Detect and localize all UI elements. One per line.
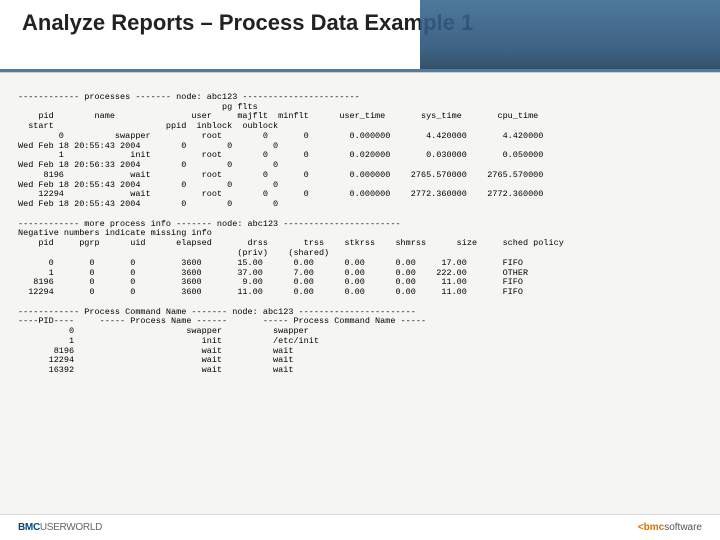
block2-row: 8196 0 0 3600 9.00 0.00 0.00 0.00 11.00 …: [18, 277, 523, 287]
block3-row: 0 swapper swapper: [18, 326, 309, 336]
footer-right-logo: <bmcsoftware: [638, 522, 702, 533]
footer-company-suffix: software: [664, 522, 702, 533]
footer-brand-suffix: USERWORLD: [40, 522, 102, 533]
footer-brand: BMC: [18, 522, 40, 533]
block1-header: ------------ processes ------- node: abc…: [18, 92, 538, 131]
block3-row: 1 init /etc/init: [18, 336, 319, 346]
block2-row: 12294 0 0 3600 11.00 0.00 0.00 0.00 11.0…: [18, 287, 523, 297]
block2-header: ------------ more process info ------- n…: [18, 219, 564, 258]
header-underline: [0, 69, 720, 72]
report-content: ------------ processes ------- node: abc…: [0, 73, 720, 376]
block3-row: 12294 wait wait: [18, 355, 293, 365]
block1-row: 1 init root 0 0 0.020000 0.030000 0.0500…: [18, 150, 543, 170]
block1-row: 8196 wait root 0 0 0.000000 2765.570000 …: [18, 170, 543, 190]
slide-header: Analyze Reports – Process Data Example 1: [0, 0, 720, 73]
slide-footer: BMCUSERWORLD <bmcsoftware: [0, 514, 720, 540]
block2-row: 0 0 0 3600 15.00 0.00 0.00 0.00 17.00 FI…: [18, 258, 523, 268]
block1-row: 12294 wait root 0 0 0.000000 2772.360000…: [18, 189, 543, 209]
block3-header: ------------ Process Command Name ------…: [18, 307, 426, 327]
footer-company: bmc: [644, 522, 665, 533]
block3-row: 8196 wait wait: [18, 346, 293, 356]
block1-row: 0 swapper root 0 0 0.000000 4.420000 4.4…: [18, 131, 543, 151]
header-decor-stripe: [420, 0, 720, 72]
footer-left-logo: BMCUSERWORLD: [18, 522, 102, 533]
block3-row: 16392 wait wait: [18, 365, 293, 375]
block2-row: 1 0 0 3600 37.00 7.00 0.00 0.00 222.00 O…: [18, 268, 528, 278]
